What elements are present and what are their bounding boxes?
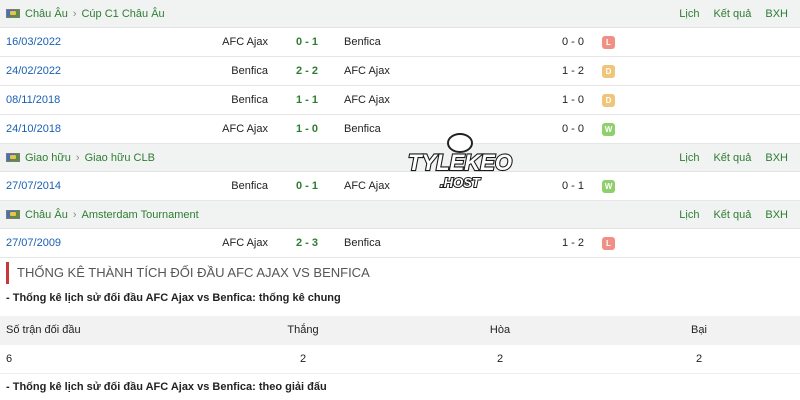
result-badge: W xyxy=(602,180,615,193)
region-flag-icon xyxy=(6,153,20,162)
league-link[interactable]: Amsterdam Tournament xyxy=(81,209,198,221)
stats-table-row: 6 2 2 2 xyxy=(0,345,800,374)
half-time-score: 0 - 0 xyxy=(561,36,584,48)
stats-table-header: Số trận đối đầu Thắng Hòa Bại xyxy=(0,316,800,345)
result-badge: D xyxy=(602,94,615,107)
half-time-score: 1 - 2 xyxy=(561,237,584,249)
home-team: Benfica xyxy=(231,94,268,106)
header-draws: Hòa xyxy=(489,324,511,336)
stats-league-subtitle: - Thống kê lịch sử đối đầu AFC Ajax vs B… xyxy=(6,381,327,393)
value-total-matches: 6 xyxy=(6,353,13,365)
home-team: AFC Ajax xyxy=(222,123,268,135)
match-date-link[interactable]: 24/10/2018 xyxy=(6,115,61,144)
value-wins: 2 xyxy=(299,353,307,365)
header-total-matches: Số trận đối đầu xyxy=(6,324,81,336)
header-losses: Bại xyxy=(691,324,707,336)
result-badge: W xyxy=(602,123,615,136)
stats-section-title: THỐNG KÊ THÀNH TÍCH ĐỐI ĐẦU AFC AJAX VS … xyxy=(6,262,370,284)
match-date-link[interactable]: 24/02/2022 xyxy=(6,57,61,86)
away-team: Benfica xyxy=(344,36,381,48)
match-date-link[interactable]: 08/11/2018 xyxy=(6,86,60,115)
match-date-link[interactable]: 27/07/2014 xyxy=(6,172,61,201)
home-team: Benfica xyxy=(231,65,268,77)
value-draws: 2 xyxy=(496,353,504,365)
header-wins: Thắng xyxy=(287,324,319,336)
match-date-link[interactable]: 16/03/2022 xyxy=(6,28,61,57)
full-time-score: 1 - 0 xyxy=(295,123,318,135)
home-team: AFC Ajax xyxy=(222,36,268,48)
results-link[interactable]: Kết quả xyxy=(713,209,751,221)
competition-header: Giao hữu › Giao hữu CLB Lịch Kết quả BXH xyxy=(0,144,800,172)
results-link[interactable]: Kết quả xyxy=(713,152,751,164)
result-badge: L xyxy=(602,36,615,49)
away-team: Benfica xyxy=(344,237,381,249)
stats-table: Số trận đối đầu Thắng Hòa Bại 6 2 2 2 xyxy=(0,316,800,374)
match-row: 08/11/2018 Benfica 1 - 1 AFC Ajax 1 - 0 D xyxy=(0,86,800,115)
region-link[interactable]: Châu Âu xyxy=(25,209,68,221)
match-row: 24/02/2022 Benfica 2 - 2 AFC Ajax 1 - 2 D xyxy=(0,57,800,86)
away-team: Benfica xyxy=(344,123,381,135)
results-link[interactable]: Kết quả xyxy=(713,8,751,20)
region-flag-icon xyxy=(6,9,20,18)
full-time-score: 0 - 1 xyxy=(295,180,318,192)
chevron-right-icon: › xyxy=(75,151,80,164)
home-team: Benfica xyxy=(231,180,268,192)
match-date-link[interactable]: 27/07/2009 xyxy=(6,229,61,258)
away-team: AFC Ajax xyxy=(344,94,390,106)
chevron-right-icon: › xyxy=(72,208,77,221)
full-time-score: 0 - 1 xyxy=(295,36,318,48)
half-time-score: 0 - 1 xyxy=(561,180,584,192)
full-time-score: 1 - 1 xyxy=(295,94,318,106)
half-time-score: 1 - 0 xyxy=(561,94,584,106)
region-link[interactable]: Châu Âu xyxy=(25,8,68,20)
half-time-score: 1 - 2 xyxy=(561,65,584,77)
head-to-head-results: Châu Âu › Cúp C1 Châu Âu Lịch Kết quả BXH 16/0… xyxy=(0,0,800,258)
chevron-right-icon: › xyxy=(72,7,77,20)
schedule-link[interactable]: Lịch xyxy=(679,8,699,20)
standings-link[interactable]: BXH xyxy=(765,152,788,164)
half-time-score: 0 - 0 xyxy=(561,123,584,135)
match-row: 27/07/2009 AFC Ajax 2 - 3 Benfica 1 - 2 L xyxy=(0,229,800,258)
match-row: 27/07/2014 Benfica 0 - 1 AFC Ajax 0 - 1 W xyxy=(0,172,800,201)
away-team: AFC Ajax xyxy=(344,65,390,77)
league-link[interactable]: Cúp C1 Châu Âu xyxy=(81,8,164,20)
away-team: AFC Ajax xyxy=(344,180,390,192)
league-link[interactable]: Giao hữu CLB xyxy=(85,152,155,164)
match-row: 16/03/2022 AFC Ajax 0 - 1 Benfica 0 - 0 L xyxy=(0,28,800,57)
competition-links: Lịch Kết quả BXH xyxy=(679,144,788,172)
result-badge: D xyxy=(602,65,615,78)
standings-link[interactable]: BXH xyxy=(765,8,788,20)
region-link[interactable]: Giao hữu xyxy=(25,152,71,164)
value-losses: 2 xyxy=(695,353,703,365)
region-flag-icon xyxy=(6,210,20,219)
stats-general-subtitle: - Thống kê lịch sử đối đầu AFC Ajax vs B… xyxy=(6,292,341,304)
full-time-score: 2 - 3 xyxy=(295,237,318,249)
schedule-link[interactable]: Lịch xyxy=(679,152,699,164)
standings-link[interactable]: BXH xyxy=(765,209,788,221)
competition-links: Lịch Kết quả BXH xyxy=(679,201,788,229)
result-badge: L xyxy=(602,237,615,250)
competition-links: Lịch Kết quả BXH xyxy=(679,0,788,28)
competition-header: Châu Âu › Cúp C1 Châu Âu Lịch Kết quả BXH xyxy=(0,0,800,28)
match-row: 24/10/2018 AFC Ajax 1 - 0 Benfica 0 - 0 W xyxy=(0,115,800,144)
competition-header: Châu Âu › Amsterdam Tournament Lịch Kết quả B… xyxy=(0,201,800,229)
full-time-score: 2 - 2 xyxy=(295,65,318,77)
home-team: AFC Ajax xyxy=(222,237,268,249)
schedule-link[interactable]: Lịch xyxy=(679,209,699,221)
